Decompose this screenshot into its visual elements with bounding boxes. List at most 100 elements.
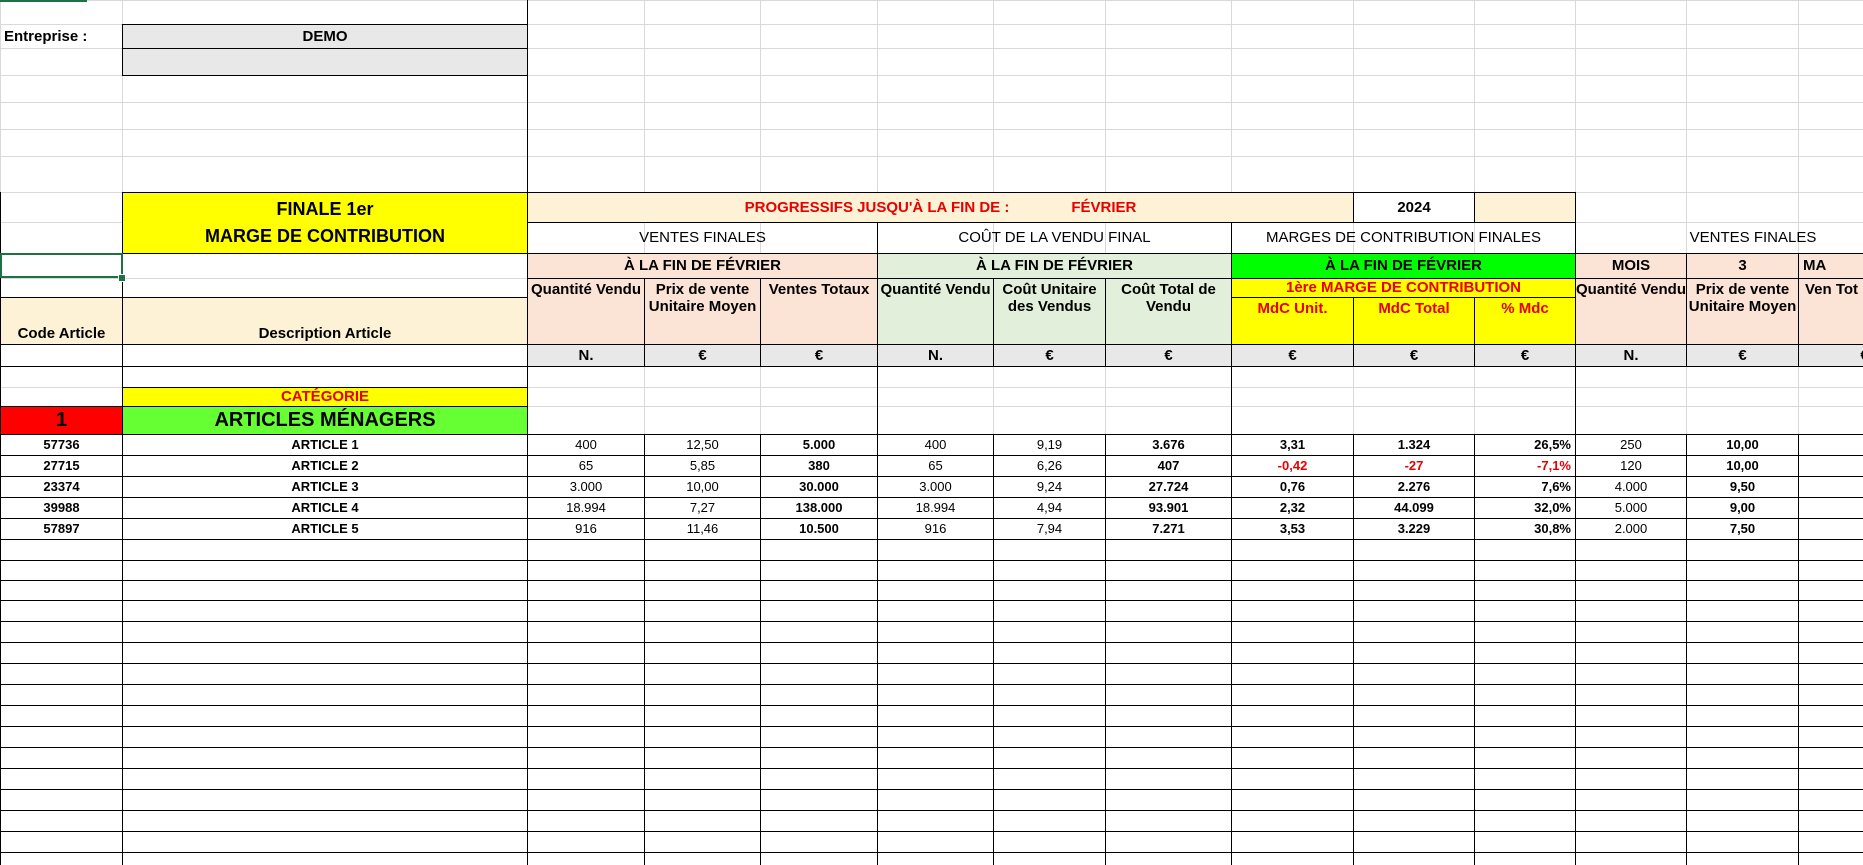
row-1-mp[interactable]: 26,5% [1474, 434, 1576, 456]
header-partial-ven[interactable]: Ven Tot [1798, 278, 1863, 345]
header-cout-unit[interactable]: Coût Unitaire des Vendus [993, 278, 1106, 345]
row-5-prix[interactable]: 11,46 [644, 518, 761, 540]
units-blank-desc[interactable] [122, 344, 528, 367]
row-2-p3[interactable]: 10,00 [1686, 455, 1799, 477]
spreadsheet-grid[interactable]: Entreprise : DEMO FINALE 1er MARGE DE CONTR… [0, 0, 1863, 865]
group-ventes2-mois[interactable]: MOIS [1575, 253, 1687, 279]
header-prix3[interactable]: Prix de vente Unitaire Moyen [1686, 278, 1799, 345]
units-blank-code[interactable] [0, 344, 123, 367]
row-3-desc[interactable]: ARTICLE 3 [122, 476, 528, 498]
row-1-ct[interactable]: 3.676 [1105, 434, 1232, 456]
row-4-p3[interactable]: 9,00 [1686, 497, 1799, 519]
row-1-prix[interactable]: 12,50 [644, 434, 761, 456]
row-4-v3[interactable]: 45.0 [1798, 497, 1863, 519]
group-ventes-title[interactable]: VENTES FINALES [527, 222, 878, 254]
row-1-cu[interactable]: 9,19 [993, 434, 1106, 456]
row-2-cu[interactable]: 6,26 [993, 455, 1106, 477]
row-2-code[interactable]: 27715 [0, 455, 123, 477]
row-3-p3[interactable]: 9,50 [1686, 476, 1799, 498]
row-4-prix[interactable]: 7,27 [644, 497, 761, 519]
row-3-mu[interactable]: 0,76 [1231, 476, 1354, 498]
row-2-desc[interactable]: ARTICLE 2 [122, 455, 528, 477]
group-ventes2-partial[interactable]: MA [1798, 253, 1863, 279]
row-4-desc[interactable]: ARTICLE 4 [122, 497, 528, 519]
row-5-v3[interactable]: 15.0 [1798, 518, 1863, 540]
header-cout-tot[interactable]: Coût Total de Vendu [1105, 278, 1232, 345]
row-5-cu[interactable]: 7,94 [993, 518, 1106, 540]
company-label[interactable]: Entreprise : [0, 24, 123, 49]
row-2-v3[interactable]: 1.2 [1798, 455, 1863, 477]
row-4-vt[interactable]: 138.000 [760, 497, 878, 519]
group-marges-title[interactable]: MARGES DE CONTRIBUTION FINALES [1231, 222, 1576, 254]
row-2-vt[interactable]: 380 [760, 455, 878, 477]
header-ventes-tot[interactable]: Ventes Totaux [760, 278, 878, 345]
header-mdc-pct[interactable]: % Mdc [1474, 297, 1576, 345]
unit-2[interactable]: € [760, 344, 878, 367]
unit-10[interactable]: € [1686, 344, 1799, 367]
row-1-p3[interactable]: 10,00 [1686, 434, 1799, 456]
period-year[interactable]: 2024 [1353, 192, 1475, 223]
row-3-mt[interactable]: 2.276 [1353, 476, 1475, 498]
row-3-v3[interactable]: 38.0 [1798, 476, 1863, 498]
row-4-mp[interactable]: 32,0% [1474, 497, 1576, 519]
header-mdc-unit[interactable]: MdC Unit. [1231, 297, 1354, 345]
unit-4[interactable]: € [993, 344, 1106, 367]
row-3-vt[interactable]: 30.000 [760, 476, 878, 498]
row-1-mu[interactable]: 3,31 [1231, 434, 1354, 456]
row-3-prix[interactable]: 10,00 [644, 476, 761, 498]
company-name[interactable]: DEMO [122, 24, 528, 49]
row-2-q3[interactable]: 120 [1575, 455, 1687, 477]
category-name[interactable]: ARTICLES MÉNAGERS [122, 406, 528, 435]
header-desc[interactable]: Description Article [122, 297, 528, 345]
row-1-qte2[interactable]: 400 [877, 434, 994, 456]
group-ventes-sub[interactable]: À LA FIN DE FÉVRIER [527, 253, 878, 279]
header-code[interactable]: Code Article [0, 297, 123, 345]
unit-1[interactable]: € [644, 344, 761, 367]
row-3-code[interactable]: 23374 [0, 476, 123, 498]
row-3-mp[interactable]: 7,6% [1474, 476, 1576, 498]
row-2-mp[interactable]: -7,1% [1474, 455, 1576, 477]
unit-6[interactable]: € [1231, 344, 1354, 367]
header-qte3[interactable]: Quantité Vendu [1575, 278, 1687, 345]
row-4-q3[interactable]: 5.000 [1575, 497, 1687, 519]
group-cout-title[interactable]: COÛT DE LA VENDU FINAL [877, 222, 1232, 254]
row-2-prix[interactable]: 5,85 [644, 455, 761, 477]
row-5-desc[interactable]: ARTICLE 5 [122, 518, 528, 540]
unit-5[interactable]: € [1105, 344, 1232, 367]
row-2-qte2[interactable]: 65 [877, 455, 994, 477]
active-cell-selection[interactable] [0, 253, 123, 278]
category-label[interactable]: CATÉGORIE [122, 387, 528, 407]
row-2-mu[interactable]: -0,42 [1231, 455, 1354, 477]
unit-3[interactable]: N. [877, 344, 994, 367]
unit-8[interactable]: € [1474, 344, 1576, 367]
row-4-qte2[interactable]: 18.994 [877, 497, 994, 519]
unit-9[interactable]: N. [1575, 344, 1687, 367]
row-1-code[interactable]: 57736 [0, 434, 123, 456]
row-5-code[interactable]: 57897 [0, 518, 123, 540]
group-cout-sub[interactable]: À LA FIN DE FÉVRIER [877, 253, 1232, 279]
title-block[interactable]: FINALE 1er MARGE DE CONTRIBUTION [122, 192, 528, 254]
header-qte2[interactable]: Quantité Vendu [877, 278, 994, 345]
row-5-mu[interactable]: 3,53 [1231, 518, 1354, 540]
row-3-ct[interactable]: 27.724 [1105, 476, 1232, 498]
unit-11[interactable]: € [1798, 344, 1863, 367]
row-3-qte2[interactable]: 3.000 [877, 476, 994, 498]
period-blank[interactable] [1474, 192, 1576, 223]
row-2-qte[interactable]: 65 [527, 455, 645, 477]
row-4-mt[interactable]: 44.099 [1353, 497, 1475, 519]
row-4-mu[interactable]: 2,32 [1231, 497, 1354, 519]
row-1-qte[interactable]: 400 [527, 434, 645, 456]
group-marges-sub[interactable]: À LA FIN DE FÉVRIER [1231, 253, 1576, 279]
row-5-vt[interactable]: 10.500 [760, 518, 878, 540]
row-5-mp[interactable]: 30,8% [1474, 518, 1576, 540]
row-4-code[interactable]: 39988 [0, 497, 123, 519]
row-5-mt[interactable]: 3.229 [1353, 518, 1475, 540]
row-4-cu[interactable]: 4,94 [993, 497, 1106, 519]
header-qte[interactable]: Quantité Vendu [527, 278, 645, 345]
row-1-mt[interactable]: 1.324 [1353, 434, 1475, 456]
row-3-qte[interactable]: 3.000 [527, 476, 645, 498]
company-blank-gray[interactable] [122, 48, 528, 76]
row-2-ct[interactable]: 407 [1105, 455, 1232, 477]
row-5-qte2[interactable]: 916 [877, 518, 994, 540]
row-3-cu[interactable]: 9,24 [993, 476, 1106, 498]
